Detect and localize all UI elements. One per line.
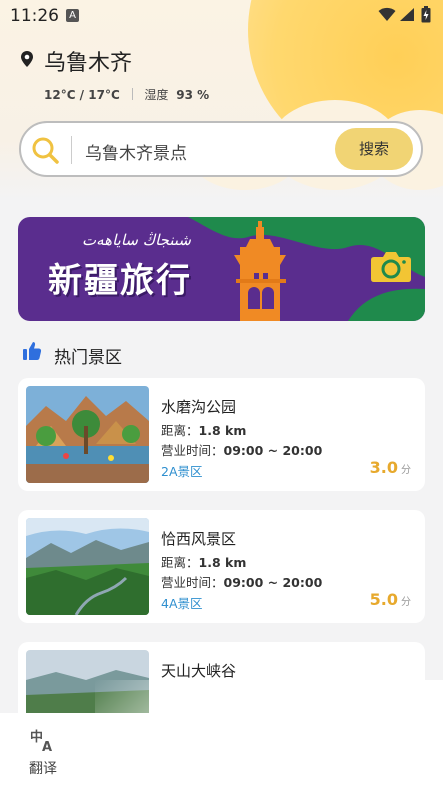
spot-distance: 距离：1.8 km <box>161 552 246 571</box>
distance-label: 距离： <box>161 423 199 438</box>
spot-hours: 营业时间：09:00 ~ 20:00 <box>161 440 322 459</box>
svg-text:A: A <box>42 740 52 753</box>
distance-value: 1.8 km <box>198 555 247 570</box>
section-title: 热门景区 <box>54 348 122 368</box>
wifi-icon <box>378 7 396 21</box>
score-value: 3.0 <box>369 458 398 477</box>
status-bar: 11:26 A <box>0 0 443 30</box>
score-unit: 分 <box>401 465 411 476</box>
distance-value: 1.8 km <box>198 423 247 438</box>
location-pin-icon <box>21 51 33 67</box>
weather-divider <box>131 88 133 100</box>
spot-name: 恰西风景区 <box>161 530 237 548</box>
search-divider <box>71 136 72 164</box>
score-value: 5.0 <box>369 590 398 609</box>
banner-subtitle: شىنجاڭ ساياھەت <box>82 231 191 249</box>
humidity-label: 湿度 <box>144 88 169 102</box>
city-name[interactable]: 乌鲁木齐 <box>44 45 132 77</box>
score-unit: 分 <box>401 597 411 608</box>
spot-score: 5.0 分 <box>370 590 411 609</box>
weather-info: 12°C / 17°C 湿度 93 % <box>44 86 209 103</box>
spot-level: 2A景区 <box>161 464 203 479</box>
spot-thumbnail <box>26 518 149 615</box>
status-time: 11:26 <box>10 6 59 26</box>
spot-card-shuimogou[interactable]: 水磨沟公园 距离：1.8 km 营业时间：09:00 ~ 20:00 2A景区 … <box>18 378 425 491</box>
temperature-range: 12°C / 17°C <box>44 88 120 102</box>
translate-icon[interactable]: 中 A <box>30 727 56 753</box>
spot-name: 天山大峡谷 <box>161 662 237 680</box>
spot-hours: 营业时间：09:00 ~ 20:00 <box>161 572 322 591</box>
humidity-value: 93 % <box>176 88 210 102</box>
thumbs-up-icon <box>23 342 42 360</box>
hours-label: 营业时间： <box>161 575 224 590</box>
camera-icon <box>371 252 411 282</box>
hours-label: 营业时间： <box>161 443 224 458</box>
translate-label[interactable]: 翻译 <box>29 758 57 778</box>
xinjiang-travel-banner[interactable]: شىنجاڭ ساياھەت 新疆旅行 <box>18 217 425 321</box>
distance-label: 距离： <box>161 555 199 570</box>
popular-spots-header: 热门景区 <box>22 341 122 368</box>
signal-icon <box>400 8 414 21</box>
spot-name: 水磨沟公园 <box>161 398 237 416</box>
spot-score: 3.0 分 <box>370 458 411 477</box>
banner-title: 新疆旅行 <box>48 261 192 301</box>
battery-icon <box>421 6 431 23</box>
spot-card-qiaxi[interactable]: 恰西风景区 距离：1.8 km 营业时间：09:00 ~ 20:00 4A景区 … <box>18 510 425 623</box>
spot-distance: 距离：1.8 km <box>161 420 246 439</box>
search-input[interactable]: 乌鲁木齐景点 <box>85 139 187 164</box>
spot-thumbnail <box>26 386 149 483</box>
bottom-nav: 中 A 翻译 <box>0 713 443 789</box>
hours-value: 09:00 ~ 20:00 <box>223 443 323 458</box>
hours-value: 09:00 ~ 20:00 <box>223 575 323 590</box>
spot-level: 4A景区 <box>161 596 203 611</box>
notification-a-icon: A <box>66 9 79 22</box>
search-bar[interactable]: 乌鲁木齐景点 搜索 <box>19 121 423 177</box>
search-button[interactable]: 搜索 <box>335 128 413 170</box>
search-icon <box>32 137 59 164</box>
